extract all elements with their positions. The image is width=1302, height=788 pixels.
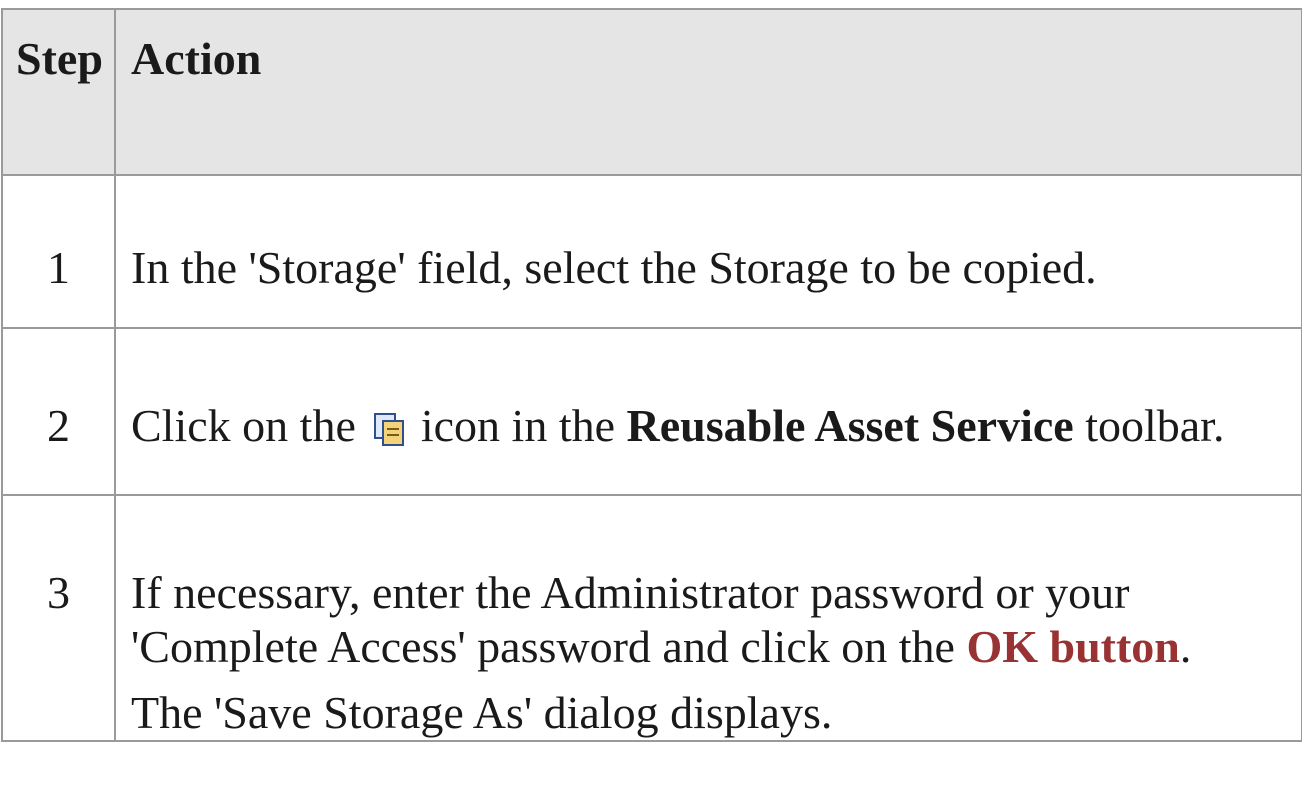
- action-text: In the 'Storage' field, select the Stora…: [131, 242, 1097, 293]
- toolbar-name: Reusable Asset Service: [626, 400, 1074, 451]
- ok-button-link[interactable]: OK button: [966, 621, 1179, 672]
- step-column-header: Step: [1, 8, 116, 176]
- copy-storage-icon: [369, 409, 405, 446]
- action-note: The 'Save Storage As' dialog displays.: [131, 687, 833, 738]
- action-text: If necessary, enter the Administrator pa…: [116, 496, 1301, 674]
- step-number-cell: 3: [1, 494, 116, 742]
- table-row: 1 In the 'Storage' field, select the Sto…: [1, 174, 1302, 329]
- action-text-middle: icon in the: [409, 400, 627, 451]
- table-row: 2 Click on the icon in the Reusable Asse…: [1, 327, 1302, 496]
- step-number: 1: [47, 242, 70, 293]
- table-header-row: Step Action: [1, 8, 1302, 176]
- action-cell: Click on the icon in the Reusable Asset …: [114, 327, 1302, 496]
- action-text-suffix: toolbar.: [1073, 400, 1225, 451]
- step-number-cell: 1: [1, 174, 116, 329]
- step-number-cell: 2: [1, 327, 116, 496]
- action-column-header: Action: [114, 8, 1302, 176]
- action-text-suffix: .: [1179, 621, 1192, 672]
- step-number: 3: [47, 567, 70, 618]
- action-cell: If necessary, enter the Administrator pa…: [114, 494, 1302, 742]
- action-cell: In the 'Storage' field, select the Stora…: [114, 174, 1302, 329]
- action-text: Click on the icon in the Reusable Asset …: [116, 329, 1301, 453]
- steps-table: Step Action 1 In the 'Storage' field, se…: [1, 8, 1302, 742]
- step-number: 2: [47, 400, 70, 451]
- table-row: 3 If necessary, enter the Administrator …: [1, 494, 1302, 742]
- action-text-prefix: Click on the: [131, 400, 356, 451]
